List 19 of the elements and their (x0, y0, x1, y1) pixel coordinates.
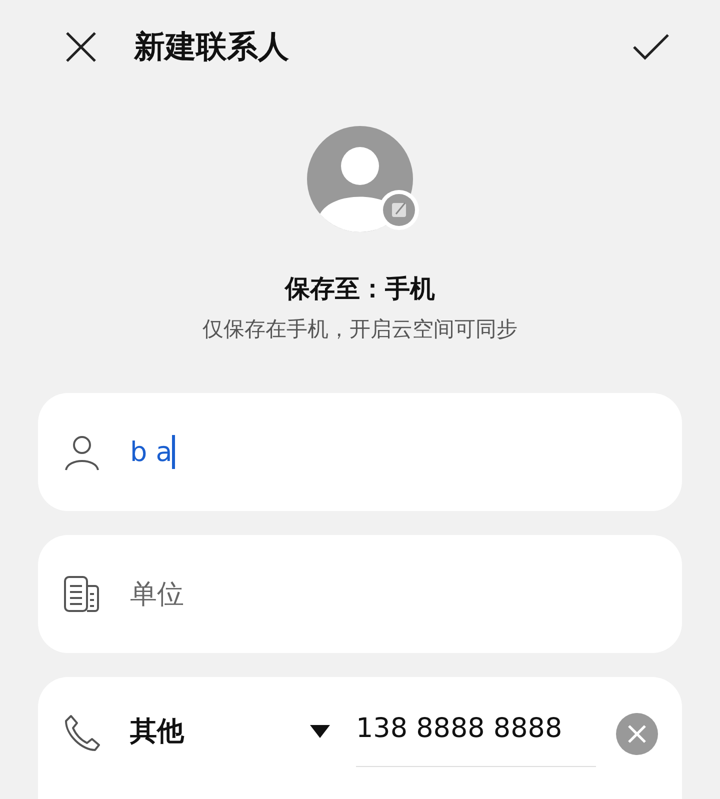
close-button[interactable] (64, 30, 98, 64)
company-field[interactable]: 单位 (130, 578, 530, 610)
phone-type-dropdown[interactable]: 其他 (130, 713, 330, 749)
clear-button[interactable] (616, 713, 658, 755)
phone-number-field[interactable]: 138 8888 8888 (356, 713, 596, 767)
save-location: 保存至：手机 (283, 273, 436, 305)
sync-note: 仅保存在手机，开启云空间可同步 (202, 316, 518, 343)
checkmark-icon (632, 33, 670, 61)
edit-icon[interactable] (379, 190, 419, 230)
document-icon (62, 574, 102, 614)
close-icon (627, 724, 647, 744)
name-field[interactable]: b a (38, 393, 682, 511)
page-title: 新建联系人 (134, 28, 290, 67)
text-cursor (172, 435, 176, 469)
confirm-button[interactable] (632, 33, 670, 61)
dropdown-arrow-icon (310, 724, 330, 738)
name-value: b a (130, 436, 172, 468)
close-icon (64, 30, 98, 64)
phone-icon (62, 713, 102, 753)
